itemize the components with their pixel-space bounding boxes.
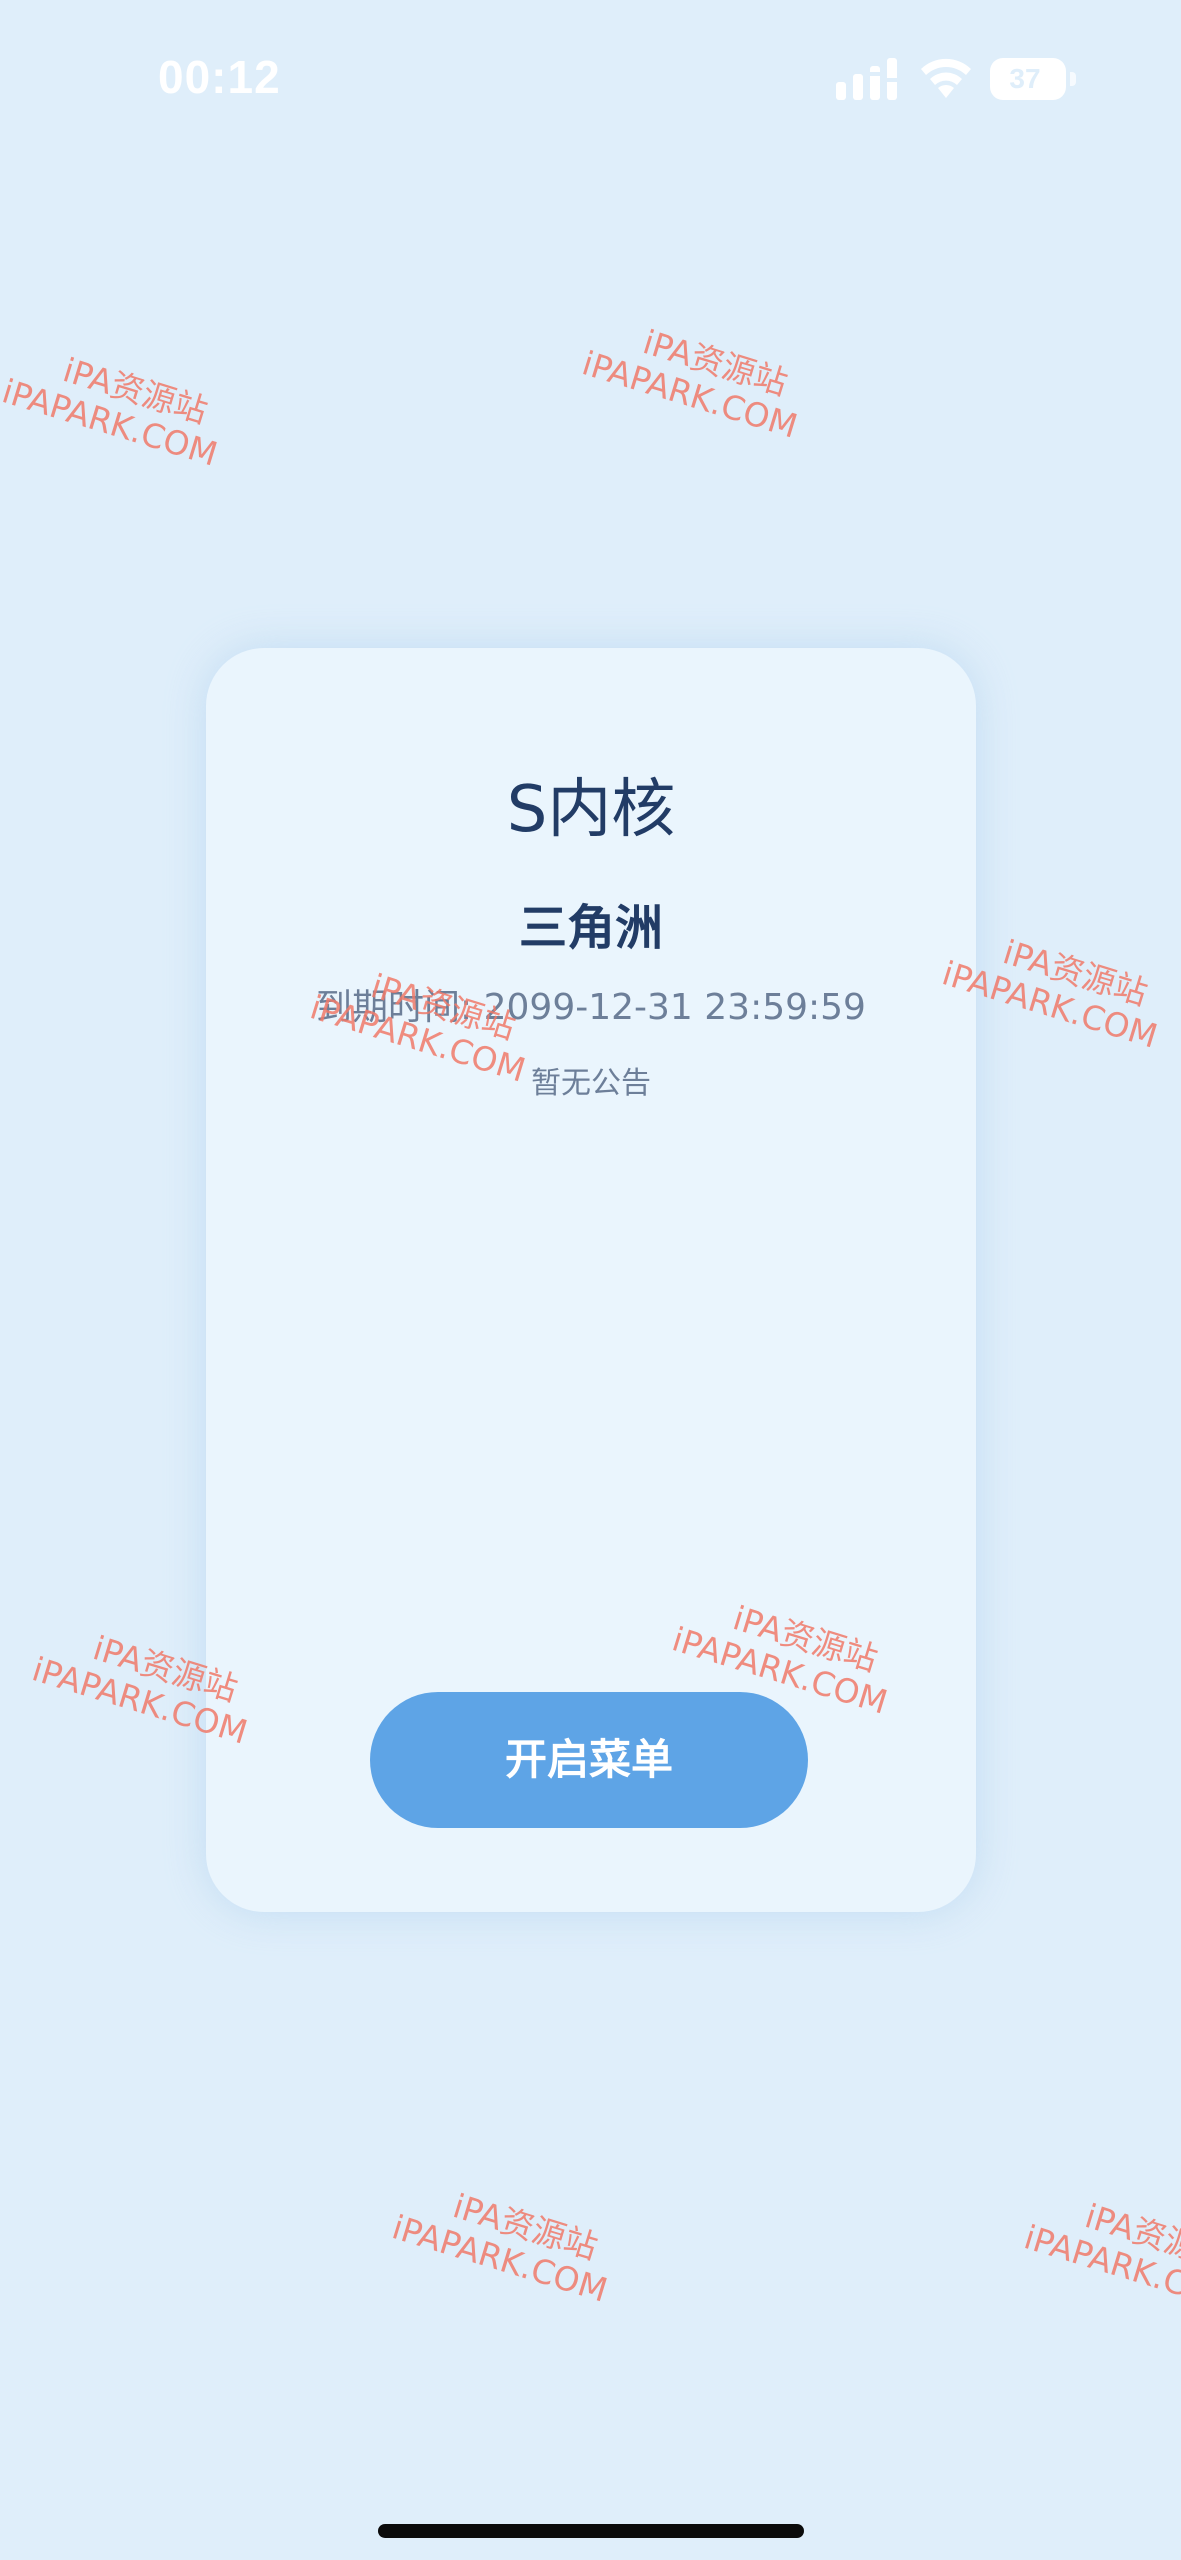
watermark-line1: iPA资源站 (638, 322, 793, 403)
watermark: iPA资源站 iPAPARK.COM (387, 2172, 623, 2310)
announcement-text: 暂无公告 (531, 1066, 651, 1101)
watermark-line2: iPAPARK.COM (387, 2207, 612, 2310)
watermark-line2: iPAPARK.COM (1019, 2217, 1181, 2320)
home-indicator[interactable] (378, 2524, 804, 2538)
watermark-line1: iPA资源站 (998, 932, 1153, 1013)
status-bar: 00:12 37 (0, 0, 1181, 160)
watermark-line1: iPA资源站 (448, 2186, 603, 2267)
watermark: iPA资源站 iPAPARK.COM (577, 308, 813, 446)
main-card: S内核 三角洲 到期时间: 2099-12-31 23:59:59 暂无公告 开… (206, 648, 976, 1912)
wifi-icon (921, 58, 971, 98)
watermark: iPA资源站 iPAPARK.COM (0, 336, 233, 474)
watermark-line1: iPA资源站 (1080, 2196, 1181, 2277)
open-menu-button[interactable]: 开启菜单 (370, 1692, 808, 1828)
status-time: 00:12 (158, 51, 281, 103)
battery-tip (1070, 72, 1076, 86)
battery-body: 37 (990, 58, 1066, 100)
card-title: S内核 (506, 773, 676, 847)
watermark: iPA资源站 iPAPARK.COM (1019, 2182, 1181, 2320)
watermark-line2: iPAPARK.COM (0, 371, 222, 474)
watermark-line2: iPAPARK.COM (577, 343, 802, 446)
signal-icon (836, 58, 897, 100)
battery-icon: 37 (990, 58, 1076, 100)
battery-level: 37 (1009, 63, 1041, 94)
card-subtitle: 三角洲 (518, 900, 663, 956)
expiry-time: 到期时间: 2099-12-31 23:59:59 (316, 987, 866, 1028)
watermark-line1: iPA资源站 (58, 350, 213, 431)
